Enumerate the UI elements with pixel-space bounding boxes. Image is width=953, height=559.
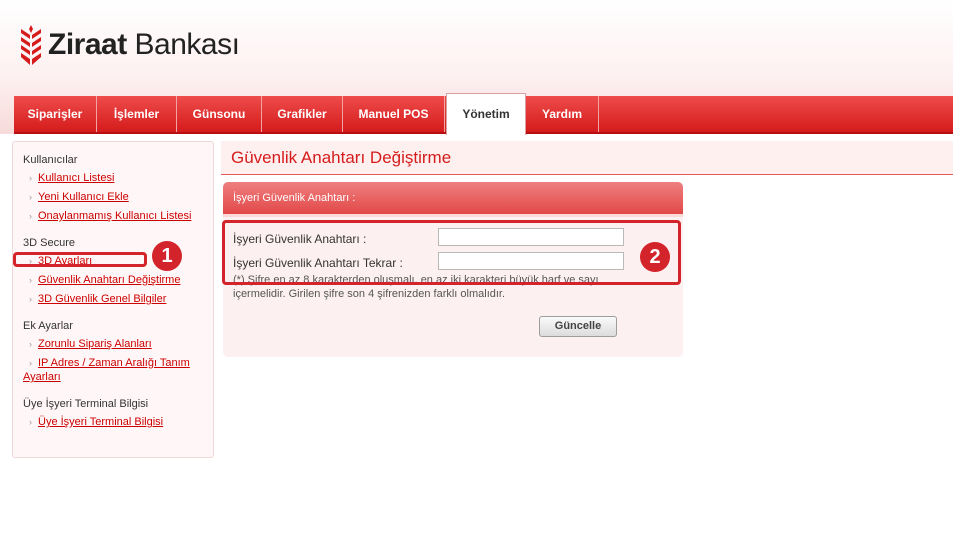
sidebar-link-label: Zorunlu Sipariş Alanları (38, 338, 152, 350)
chevron-right-icon: › (29, 211, 32, 221)
sidebar-heading-ek-ayarlar: Ek Ayarlar (23, 320, 73, 332)
panel-divider (223, 214, 683, 217)
brand-name-regular: Bankası (134, 28, 240, 61)
sidebar-link-guvenlik-anahtari-degistirme[interactable]: › Güvenlik Anahtarı Değiştirme (23, 273, 180, 287)
brand-name-bold: Ziraat (48, 28, 127, 61)
chevron-right-icon: › (29, 192, 32, 202)
sidebar: Kullanıcılar › Kullanıcı Listesi › Yeni Ku… (12, 141, 214, 458)
sidebar-link-label: Kullanıcı Listesi (38, 172, 115, 184)
sidebar-link-zorunlu-siparis-alanlari[interactable]: › Zorunlu Sipariş Alanları (23, 337, 152, 351)
nav-tab-gunsonu[interactable]: Günsonu (177, 96, 262, 132)
brand-name: Ziraat Bankası (48, 28, 240, 61)
sidebar-link-label: Üye İşyeri Terminal Bilgisi (38, 416, 164, 428)
sidebar-heading-3d-secure: 3D Secure (23, 237, 75, 249)
sidebar-link-label: IP Adres / Zaman Aralığı Tanım (38, 357, 190, 369)
page-title-bar: Güvenlik Anahtarı Değiştirme (221, 141, 953, 175)
chevron-right-icon: › (29, 339, 32, 349)
bank-logo[interactable]: Ziraat Bankası (20, 22, 240, 68)
panel-header: İşyeri Güvenlik Anahtarı : (223, 182, 683, 214)
nav-tab-islemler[interactable]: İşlemler (97, 96, 177, 132)
main-nav: Siparişler İşlemler Günsonu Grafikler Ma… (14, 93, 953, 135)
chevron-right-icon: › (29, 417, 32, 427)
chevron-right-icon: › (29, 358, 32, 368)
wheat-logo-icon (21, 25, 41, 65)
sidebar-link-onaylanmamis-kullanici-listesi[interactable]: › Onaylanmamış Kullanıcı Listesi (23, 209, 191, 223)
annotation-marker-1: 1 (152, 241, 182, 271)
nav-tab-siparisler[interactable]: Siparişler (14, 96, 97, 132)
sidebar-link-label: Güvenlik Anahtarı Değiştirme (38, 274, 181, 286)
sidebar-link-label: Onaylanmamış Kullanıcı Listesi (38, 210, 192, 222)
sidebar-heading-terminal-bilgisi: Üye İşyeri Terminal Bilgisi (23, 398, 149, 410)
annotation-marker-2: 2 (640, 242, 670, 272)
sidebar-link-label: 3D Güvenlik Genel Bilgiler (38, 293, 167, 305)
sidebar-link-label: Yeni Kullanıcı Ekle (38, 191, 129, 203)
chevron-right-icon: › (29, 275, 32, 285)
update-button[interactable]: Güncelle (539, 316, 617, 337)
sidebar-link-uye-isyeri-terminal-bilgisi[interactable]: › Üye İşyeri Terminal Bilgisi (23, 415, 163, 429)
password-rule-note-line2: içermelidir. Girilen şifre son 4 şifreni… (233, 288, 506, 300)
sidebar-link-label-continued: Ayarları (23, 371, 61, 383)
nav-tab-yonetim[interactable]: Yönetim (446, 93, 526, 135)
sidebar-link-kullanici-listesi[interactable]: › Kullanıcı Listesi (23, 171, 114, 185)
annotation-box-1 (13, 252, 147, 267)
page-title: Güvenlik Anahtarı Değiştirme (231, 148, 452, 167)
sidebar-link-3d-guvenlik-genel-bilgiler[interactable]: › 3D Güvenlik Genel Bilgiler (23, 292, 166, 306)
chevron-right-icon: › (29, 173, 32, 183)
nav-tab-manuel-pos[interactable]: Manuel POS (343, 96, 445, 132)
sidebar-link-ip-adres-zaman-araligi[interactable]: › IP Adres / Zaman Aralığı Tanım Ayarları (23, 356, 190, 384)
annotation-box-2 (222, 220, 681, 285)
nav-tab-yardim[interactable]: Yardım (526, 96, 599, 132)
sidebar-link-yeni-kullanici-ekle[interactable]: › Yeni Kullanıcı Ekle (23, 190, 129, 204)
sidebar-heading-kullanicilar: Kullanıcılar (23, 154, 78, 166)
nav-tab-grafikler[interactable]: Grafikler (262, 96, 343, 132)
chevron-right-icon: › (29, 294, 32, 304)
